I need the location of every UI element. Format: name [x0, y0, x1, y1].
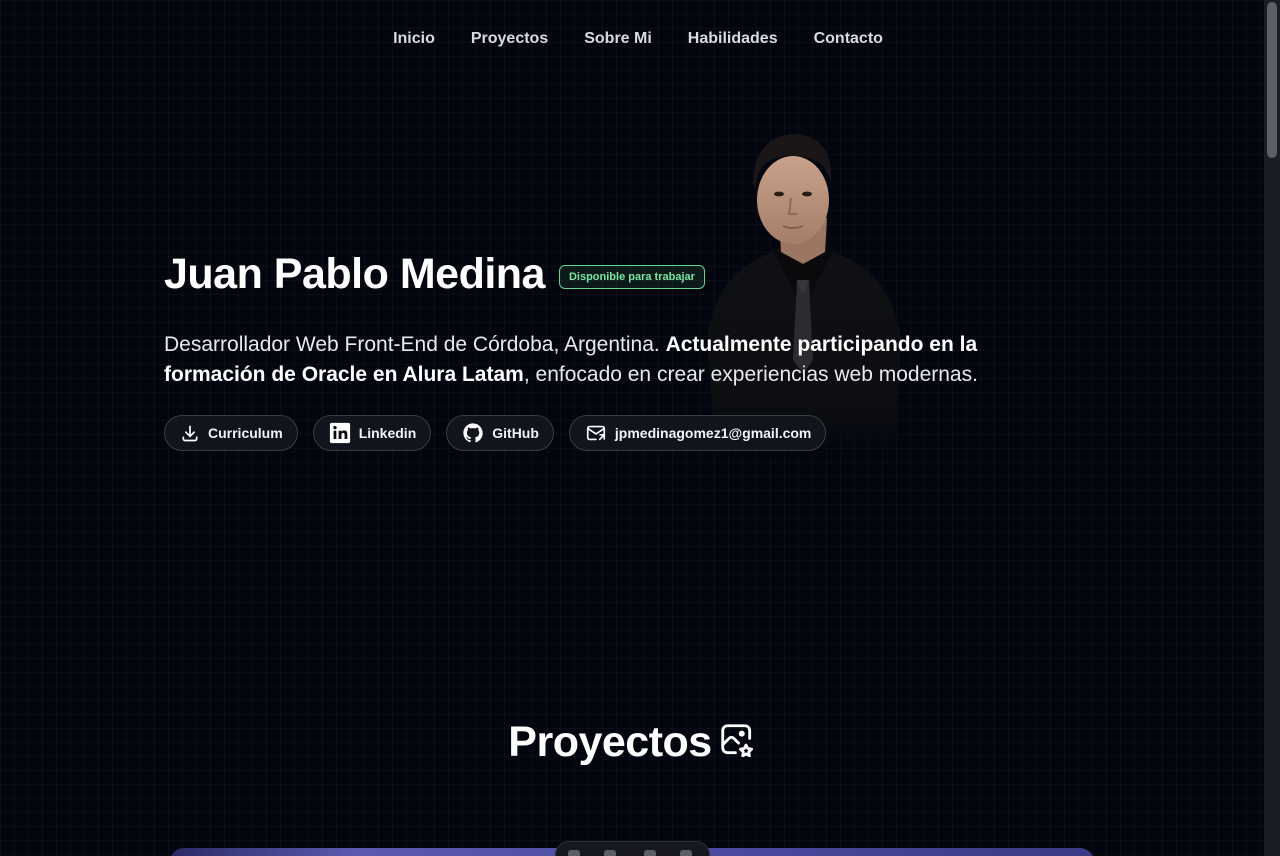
mail-icon	[585, 422, 607, 444]
hero-description: Desarrollador Web Front-End de Córdoba, …	[164, 330, 1044, 390]
hero-desc-text: Desarrollador Web Front-End de Córdoba, …	[164, 333, 666, 356]
dock-item[interactable]	[680, 850, 692, 856]
curriculum-button[interactable]: Curriculum	[164, 415, 298, 451]
curriculum-label: Curriculum	[208, 425, 283, 441]
download-icon	[180, 423, 200, 443]
hero-desc-text-end: , enfocado en crear experiencias web mod…	[523, 363, 978, 386]
nav-item-contacto[interactable]: Contacto	[814, 30, 883, 48]
floating-dock[interactable]	[555, 841, 710, 856]
dock-item[interactable]	[568, 850, 580, 856]
nav-item-proyectos[interactable]: Proyectos	[471, 30, 548, 48]
scrollbar[interactable]	[1264, 0, 1280, 856]
main-nav: Inicio Proyectos Sobre Mi Habilidades Co…	[0, 30, 1264, 48]
nav-item-sobre-mi[interactable]: Sobre Mi	[584, 30, 652, 48]
projects-title: Proyectos	[508, 718, 712, 766]
github-label: GitHub	[492, 425, 539, 441]
linkedin-button[interactable]: Linkedin	[312, 415, 432, 451]
hero-name: Juan Pablo Medina	[164, 250, 545, 298]
email-button[interactable]: jpmedinagomez1@gmail.com	[568, 415, 827, 451]
photo-star-icon	[718, 721, 756, 764]
availability-badge: Disponible para trabajar	[558, 264, 705, 289]
linkedin-icon	[329, 422, 351, 444]
email-label: jpmedinagomez1@gmail.com	[614, 425, 812, 441]
projects-heading: Proyectos	[0, 718, 1264, 767]
nav-item-inicio[interactable]: Inicio	[393, 30, 435, 48]
github-icon	[462, 422, 484, 444]
dock-item[interactable]	[644, 850, 656, 856]
github-button[interactable]: GitHub	[446, 415, 554, 451]
contact-links: Curriculum Linkedin GitHub jpmedinagomez…	[164, 415, 827, 451]
nav-item-habilidades[interactable]: Habilidades	[688, 30, 778, 48]
scrollbar-thumb[interactable]	[1267, 2, 1277, 158]
dock-item[interactable]	[604, 850, 616, 856]
hero-title-row: Juan Pablo Medina Disponible para trabaj…	[164, 250, 705, 299]
page: Inicio Proyectos Sobre Mi Habilidades Co…	[0, 0, 1264, 856]
linkedin-label: Linkedin	[358, 425, 417, 441]
